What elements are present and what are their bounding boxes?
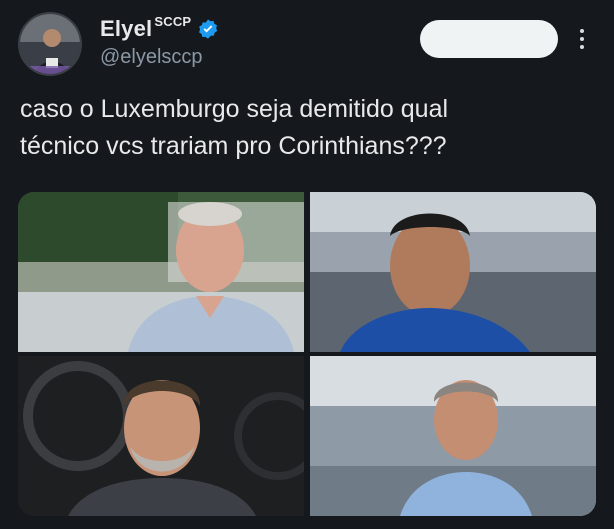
more-vertical-icon[interactable] [570, 24, 594, 54]
photo-1-image [18, 192, 304, 352]
display-name[interactable]: Elyel SCCP [100, 14, 192, 42]
photo-4[interactable] [310, 356, 596, 516]
avatar-image [20, 14, 80, 74]
tweet-text: caso o Luxemburgo seja demitido qual téc… [20, 95, 449, 160]
verified-badge-icon [199, 19, 218, 39]
avatar[interactable] [18, 12, 82, 76]
photo-1[interactable] [18, 192, 304, 352]
name-suffix: SCCP [154, 14, 192, 29]
author-handle[interactable]: @elyelsccp [100, 46, 203, 69]
media-grid [18, 192, 596, 516]
photo-2-image [310, 192, 596, 352]
photo-2[interactable] [310, 192, 596, 352]
author-name-row: Elyel SCCP [100, 14, 219, 42]
follow-button[interactable] [420, 20, 558, 58]
photo-3-image [18, 356, 304, 516]
photo-3[interactable] [18, 356, 304, 516]
photo-4-image [310, 356, 596, 516]
tweet-header: Elyel SCCP @elyelsccp [0, 0, 614, 90]
